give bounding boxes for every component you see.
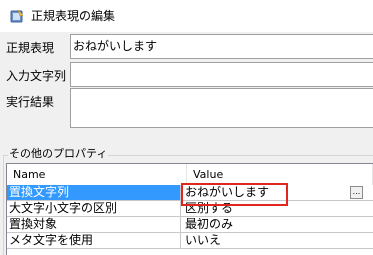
result-label: 実行結果 (6, 95, 55, 109)
regex-field[interactable]: おねがいします (70, 34, 373, 59)
property-name: 置換対象 (7, 217, 181, 233)
title-bar: 正規表現の編集 (0, 0, 373, 32)
property-value[interactable]: いいえ (181, 233, 373, 249)
column-header-name[interactable]: Name (7, 164, 187, 185)
window-title: 正規表現の編集 (31, 9, 116, 23)
input-string-label: 入力文字列 (6, 69, 67, 83)
group-border-left (3, 155, 4, 255)
highlight-annotation (181, 183, 288, 206)
property-row-replace-target[interactable]: 置換対象 最初のみ (7, 217, 373, 233)
property-name: 置換文字列 (7, 185, 181, 201)
app-icon (10, 9, 24, 23)
column-header-value[interactable]: Value (187, 164, 373, 185)
regex-label: 正規表現 (6, 41, 55, 55)
result-field[interactable] (70, 88, 373, 128)
property-name: 大文字小文字の区別 (7, 201, 181, 217)
ellipsis-button[interactable]: ... (350, 186, 363, 199)
property-value[interactable]: 最初のみ (181, 217, 373, 233)
property-grid[interactable]: Name Value 置換文字列 おねがいします ... 大文字小文字の区別 区… (6, 163, 373, 255)
property-row-use-metacharacters[interactable]: メタ文字を使用 いいえ (7, 233, 373, 249)
property-name: メタ文字を使用 (7, 233, 181, 249)
other-properties-label: その他のプロパティ (8, 147, 109, 161)
input-string-field[interactable] (70, 62, 373, 87)
